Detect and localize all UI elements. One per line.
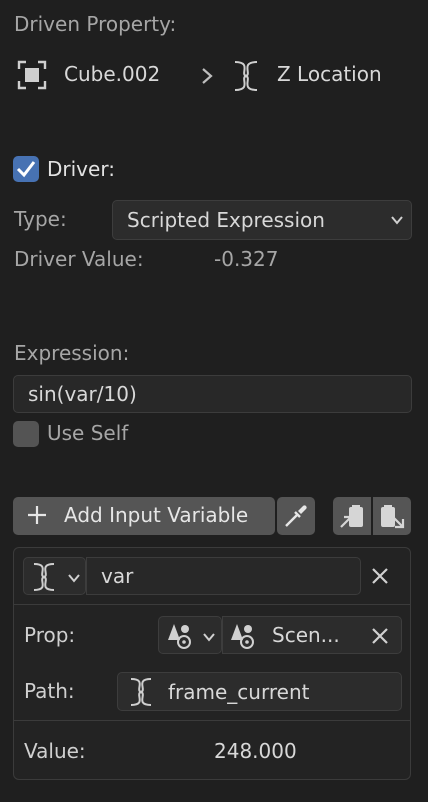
variable-name: var bbox=[101, 564, 134, 588]
prop-label: Prop: bbox=[24, 623, 76, 647]
dropdown-arrow-icon bbox=[390, 215, 404, 225]
prop-type-dropdown[interactable] bbox=[158, 616, 222, 654]
driven-property-label: Driven Property: bbox=[14, 12, 177, 36]
type-value: Scripted Expression bbox=[127, 208, 325, 232]
paste-icon bbox=[378, 502, 406, 530]
eyedropper-button[interactable] bbox=[277, 497, 315, 535]
variable-type-dropdown[interactable] bbox=[23, 557, 86, 595]
prop-value: Scen... bbox=[272, 623, 340, 647]
variable-value-label: Value: bbox=[24, 739, 86, 763]
eyedropper-icon bbox=[283, 503, 309, 529]
object-icon bbox=[17, 60, 47, 90]
use-self-label: Use Self bbox=[47, 421, 129, 445]
object-name[interactable]: Cube.002 bbox=[64, 62, 160, 86]
copy-icon bbox=[338, 502, 366, 530]
chevron-right-icon bbox=[200, 66, 214, 86]
expression-value: sin(var/10) bbox=[28, 382, 137, 406]
plus-icon bbox=[27, 505, 47, 525]
driver-fcurve-icon bbox=[128, 677, 154, 707]
panel-divider bbox=[14, 604, 410, 605]
path-input[interactable]: frame_current bbox=[117, 672, 402, 711]
driver-value: -0.327 bbox=[214, 247, 279, 271]
driver-value-label: Driver Value: bbox=[14, 247, 144, 271]
prop-id-field[interactable]: Scen... bbox=[222, 616, 402, 654]
driver-fcurve-icon bbox=[31, 562, 57, 592]
close-icon[interactable] bbox=[370, 566, 390, 586]
type-dropdown[interactable]: Scripted Expression bbox=[112, 200, 412, 240]
panel-divider bbox=[14, 720, 410, 721]
dropdown-arrow-icon bbox=[202, 632, 216, 642]
driver-fcurve-icon bbox=[232, 60, 260, 92]
path-value: frame_current bbox=[168, 680, 310, 704]
copy-variables-button[interactable] bbox=[333, 497, 371, 535]
expression-input[interactable]: sin(var/10) bbox=[13, 375, 412, 413]
property-name[interactable]: Z Location bbox=[277, 62, 382, 86]
variable-name-input[interactable]: var bbox=[86, 557, 361, 595]
close-icon[interactable] bbox=[371, 627, 389, 645]
driver-checkbox[interactable] bbox=[13, 156, 39, 182]
expression-label: Expression: bbox=[14, 341, 130, 365]
scene-data-icon bbox=[229, 622, 259, 650]
type-label: Type: bbox=[14, 207, 67, 231]
add-input-variable-label: Add Input Variable bbox=[64, 503, 249, 527]
add-input-variable-button[interactable]: Add Input Variable bbox=[13, 497, 275, 535]
path-label: Path: bbox=[24, 679, 75, 703]
driver-checkbox-label: Driver: bbox=[47, 157, 115, 181]
variable-value: 248.000 bbox=[214, 739, 297, 763]
dropdown-arrow-icon bbox=[67, 573, 81, 583]
checkmark-icon bbox=[16, 161, 36, 178]
paste-variables-button[interactable] bbox=[373, 497, 411, 535]
scene-data-icon bbox=[166, 622, 196, 650]
use-self-checkbox[interactable] bbox=[13, 421, 39, 447]
